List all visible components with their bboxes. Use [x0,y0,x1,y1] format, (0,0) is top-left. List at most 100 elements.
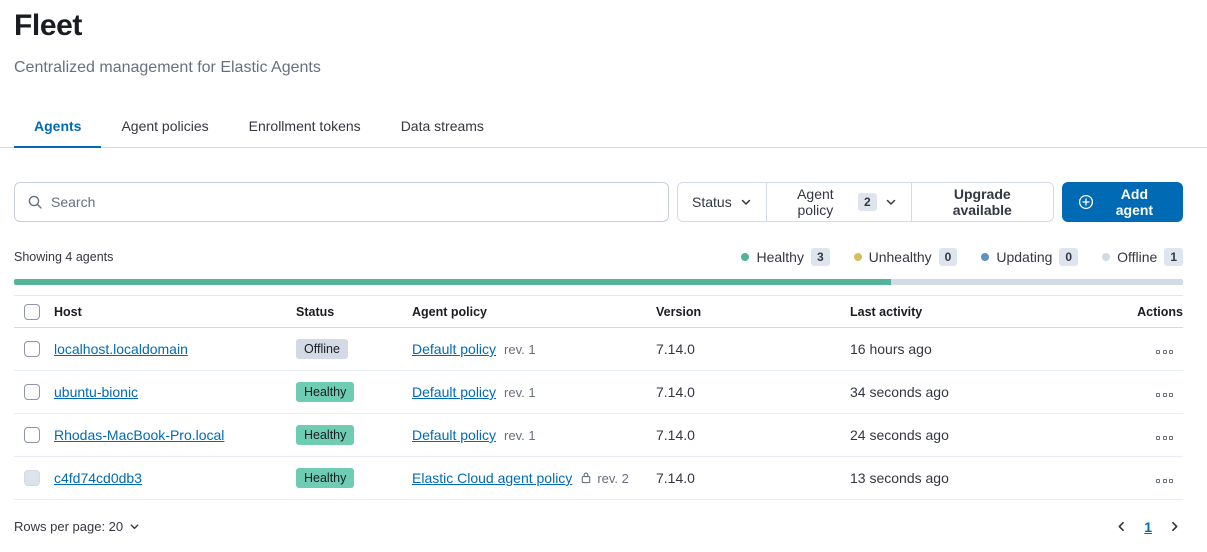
column-header-status: Status [296,296,412,328]
policy-revision: rev. 1 [504,342,536,357]
health-bar-offline-segment [891,279,1183,285]
search-icon [27,194,43,210]
legend-count-badge: 3 [811,248,830,266]
row-actions-button[interactable] [1152,475,1177,487]
agent-count-text: Showing 4 agents [14,250,113,264]
tab-agent-policies[interactable]: Agent policies [101,106,228,148]
last-activity-cell: 24 seconds ago [850,414,1105,457]
host-link[interactable]: c4fd74cd0db3 [54,470,142,486]
filter-group: Status Agent policy 2 Upgrade available [677,182,1054,222]
status-filter-label: Status [692,194,732,210]
row-checkbox-disabled [24,470,40,486]
table-header-row: Host Status Agent policy Version Last ac… [14,296,1183,328]
policy-revision: rev. 1 [504,385,536,400]
table-row: c4fd74cd0db3 Healthy Elastic Cloud agent… [14,457,1183,500]
chevron-down-icon [740,196,752,208]
tab-agents[interactable]: Agents [14,106,101,148]
agent-health-bar [14,279,1183,285]
agent-policy-link[interactable]: Elastic Cloud agent policy [412,470,572,486]
page-header: Fleet Centralized management for Elastic… [0,0,1207,148]
host-link[interactable]: Rhodas-MacBook-Pro.local [54,427,224,443]
toolbar: Status Agent policy 2 Upgrade available [14,182,1183,222]
column-header-actions: Actions [1105,296,1183,328]
status-badge: Offline [296,339,348,359]
plus-in-circle-icon [1078,194,1094,210]
next-page-button[interactable] [1166,518,1183,535]
table-row: localhost.localdomain Offline Default po… [14,328,1183,371]
legend-label: Offline [1117,249,1157,265]
previous-page-button[interactable] [1113,518,1130,535]
page-number-button[interactable]: 1 [1144,519,1152,535]
rows-per-page-button[interactable]: Rows per page: 20 [14,519,140,534]
column-header-version: Version [656,296,850,328]
fleet-page: Fleet Centralized management for Elastic… [0,0,1207,552]
legend-count-badge: 1 [1164,248,1183,266]
table-row: Rhodas-MacBook-Pro.local Healthy Default… [14,414,1183,457]
tab-bar: Agents Agent policies Enrollment tokens … [14,106,1183,148]
version-cell: 7.14.0 [656,414,850,457]
legend-item-unhealthy: Unhealthy 0 [854,248,958,266]
column-header-host: Host [54,296,296,328]
row-actions-button[interactable] [1152,389,1177,401]
legend-item-offline: Offline 1 [1102,248,1183,266]
version-cell: 7.14.0 [656,371,850,414]
version-cell: 7.14.0 [656,457,850,500]
search-input[interactable] [51,194,656,210]
status-badge: Healthy [296,468,354,488]
column-header-agent-policy: Agent policy [412,296,656,328]
row-checkbox[interactable] [24,341,40,357]
chevron-down-icon [885,196,897,208]
agent-policy-link[interactable]: Default policy [412,427,496,443]
agent-policy-filter-label: Agent policy [781,186,850,218]
row-checkbox[interactable] [24,427,40,443]
last-activity-cell: 34 seconds ago [850,371,1105,414]
table-row: ubuntu-bionic Healthy Default policy rev.… [14,371,1183,414]
status-legend: Healthy 3 Unhealthy 0 Updating 0 Offline… [741,248,1183,266]
main-content: Status Agent policy 2 Upgrade available [0,182,1207,535]
add-agent-button[interactable]: Add agent [1062,182,1183,222]
select-all-checkbox[interactable] [24,304,40,320]
page-subtitle: Centralized management for Elastic Agent… [14,56,1183,80]
host-link[interactable]: localhost.localdomain [54,341,188,357]
upgrade-available-filter-button[interactable]: Upgrade available [912,183,1053,221]
column-header-last-activity: Last activity [850,296,1105,328]
healthy-dot-icon [741,253,749,261]
status-badge: Healthy [296,425,354,445]
row-actions-button[interactable] [1152,432,1177,444]
table-footer: Rows per page: 20 1 [14,518,1183,535]
policy-revision: rev. 2 [597,471,629,486]
agent-policy-link[interactable]: Default policy [412,384,496,400]
rows-per-page-label: Rows per page: 20 [14,519,123,534]
offline-dot-icon [1102,253,1110,261]
agents-table: Host Status Agent policy Version Last ac… [14,295,1183,500]
last-activity-cell: 13 seconds ago [850,457,1105,500]
row-checkbox[interactable] [24,384,40,400]
status-filter-button[interactable]: Status [678,183,767,221]
agent-policy-filter-count-badge: 2 [858,193,877,211]
row-actions-button[interactable] [1152,346,1177,358]
legend-item-healthy: Healthy 3 [741,248,829,266]
legend-label: Updating [996,249,1052,265]
policy-revision: rev. 1 [504,428,536,443]
tab-enrollment-tokens[interactable]: Enrollment tokens [229,106,381,148]
legend-label: Healthy [756,249,803,265]
legend-count-badge: 0 [1059,248,1078,266]
lock-icon [580,471,592,484]
version-cell: 7.14.0 [656,328,850,371]
pagination: 1 [1113,518,1183,535]
chevron-down-icon [129,521,140,532]
legend-count-badge: 0 [939,248,958,266]
updating-dot-icon [981,253,989,261]
host-link[interactable]: ubuntu-bionic [54,384,138,400]
unhealthy-dot-icon [854,253,862,261]
tab-data-streams[interactable]: Data streams [381,106,504,148]
legend-label: Unhealthy [869,249,932,265]
agent-policy-filter-button[interactable]: Agent policy 2 [767,183,912,221]
summary-row: Showing 4 agents Healthy 3 Unhealthy 0 U… [14,248,1183,266]
add-agent-label: Add agent [1102,186,1167,218]
last-activity-cell: 16 hours ago [850,328,1105,371]
legend-item-updating: Updating 0 [981,248,1078,266]
agent-policy-link[interactable]: Default policy [412,341,496,357]
page-title: Fleet [14,6,1183,46]
status-badge: Healthy [296,382,354,402]
